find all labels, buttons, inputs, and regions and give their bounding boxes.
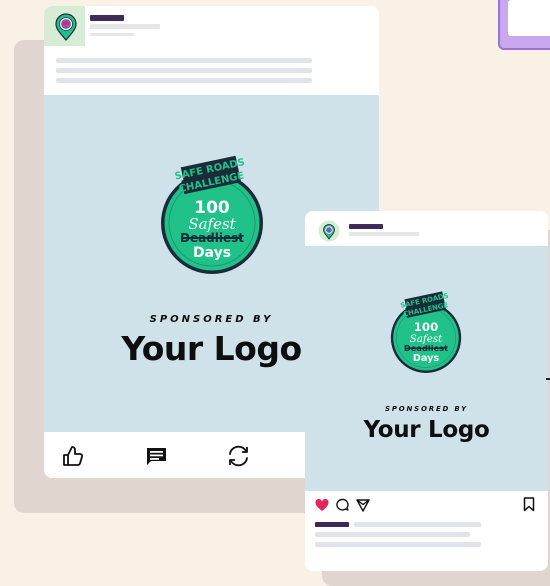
- caption-placeholder: [315, 532, 470, 537]
- heart-icon[interactable]: [315, 499, 329, 512]
- social-post-card-instagram: SAFE ROADS CHALLENGE 100 Safest Deadlies…: [305, 211, 548, 571]
- badge-days: Days: [193, 245, 231, 261]
- username-placeholder: [349, 224, 383, 229]
- post-text-placeholder: [56, 68, 312, 73]
- comment-icon[interactable]: [335, 498, 349, 512]
- send-icon[interactable]: [356, 498, 370, 512]
- post-image[interactable]: SAFE ROADS CHALLENGE 100 Safest Deadlies…: [305, 246, 548, 491]
- avatar[interactable]: [44, 6, 85, 46]
- post-text-placeholder: [56, 58, 312, 63]
- safe-roads-challenge-badge: SAFE ROADS CHALLENGE 100 Safest Deadlies…: [161, 155, 263, 274]
- caption-placeholder: [354, 522, 481, 527]
- comment-icon[interactable]: [146, 446, 167, 466]
- thumbs-up-icon[interactable]: [62, 445, 84, 467]
- meta-placeholder: [349, 232, 419, 236]
- sponsor-logo-text: Your Logo: [363, 417, 490, 443]
- meta-placeholder: [90, 24, 160, 29]
- location-pin-avatar-icon: [55, 13, 77, 41]
- meta-placeholder: [90, 33, 134, 36]
- caption-placeholder: [315, 542, 481, 547]
- divider-mark: [546, 378, 550, 380]
- device-frame: [498, 0, 550, 50]
- avatar[interactable]: [318, 220, 340, 242]
- share-icon[interactable]: [226, 445, 251, 467]
- badge-days: Days: [413, 353, 439, 364]
- safe-roads-challenge-badge: SAFE ROADS CHALLENGE 100 Safest Deadlies…: [390, 291, 462, 373]
- bookmark-icon[interactable]: [523, 497, 535, 512]
- username-placeholder: [90, 15, 124, 21]
- post-text-placeholder: [56, 78, 312, 83]
- sponsored-label: SPONSORED BY: [384, 405, 468, 413]
- device-screen: [508, 0, 550, 36]
- badge-number: 100: [414, 320, 438, 334]
- username-placeholder: [315, 522, 349, 527]
